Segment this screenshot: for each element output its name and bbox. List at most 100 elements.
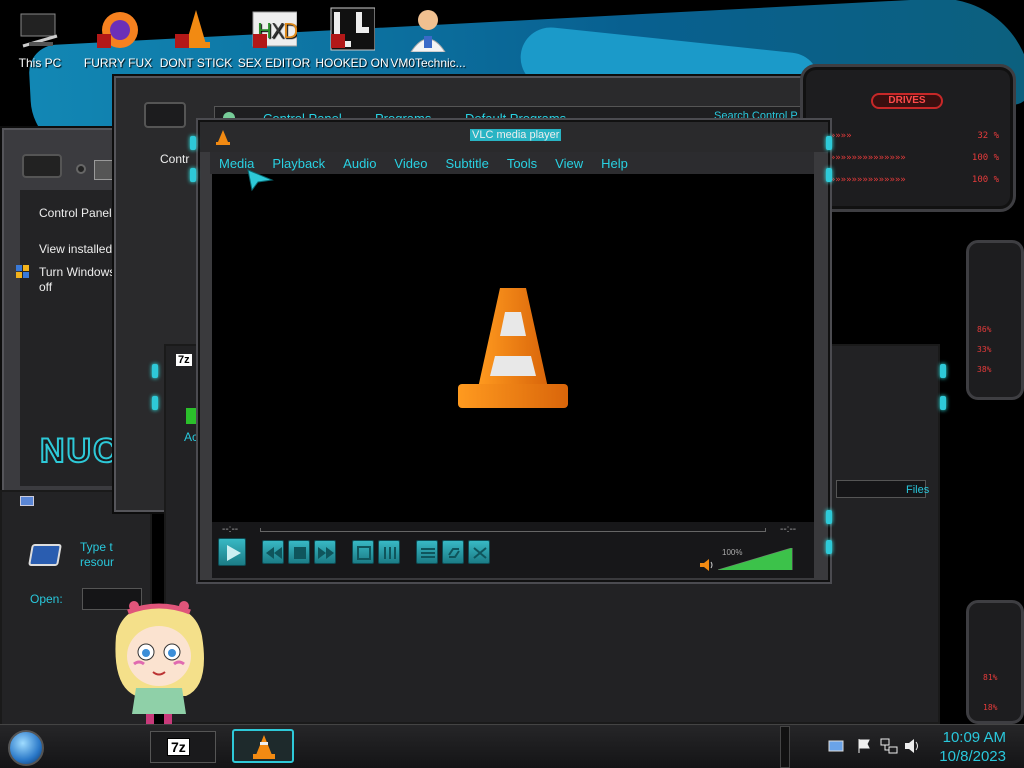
frame-accent bbox=[826, 136, 832, 150]
menu-audio[interactable]: Audio bbox=[334, 156, 385, 171]
computer-icon bbox=[17, 6, 63, 52]
drive-row: »»»»»» 32 % bbox=[819, 131, 999, 143]
tray-clock[interactable]: 10:09 AM 10/8/2023 bbox=[939, 728, 1006, 766]
7zip-icon: 7z bbox=[167, 738, 190, 756]
playlist-button[interactable] bbox=[416, 540, 438, 564]
frame-accent bbox=[190, 168, 196, 182]
desktop-icon-label: DONT STICK bbox=[159, 56, 233, 70]
menu-help[interactable]: Help bbox=[592, 156, 637, 171]
app-shortcut-icon bbox=[329, 6, 376, 52]
vlc-title-icon bbox=[216, 129, 230, 150]
shield-icon bbox=[16, 265, 29, 278]
desktop-icon-this-pc[interactable]: This PC bbox=[0, 6, 80, 70]
drives-title: DRIVES bbox=[871, 93, 943, 109]
hex-back-button[interactable] bbox=[144, 102, 186, 128]
frame-accent bbox=[190, 136, 196, 150]
drive-row: »»»»»»»»»»»»»»»» 100 % bbox=[819, 175, 999, 187]
show-desktop-button[interactable] bbox=[780, 726, 790, 768]
firefox-shortcut-icon bbox=[95, 6, 141, 52]
loop-button[interactable] bbox=[442, 540, 464, 564]
vlc-shortcut-icon bbox=[173, 6, 219, 52]
video-area[interactable] bbox=[212, 169, 814, 522]
taskbar-button-vlc[interactable] bbox=[232, 729, 294, 763]
svg-text:D: D bbox=[283, 19, 297, 43]
desktop-icon-label: FURRY FUX bbox=[83, 56, 153, 70]
seek-slider[interactable] bbox=[260, 528, 766, 532]
gadget-readout: 18% bbox=[983, 703, 998, 712]
menu-video[interactable]: Video bbox=[385, 156, 436, 171]
frame-accent bbox=[826, 540, 832, 554]
frame-accent bbox=[152, 364, 158, 378]
frame-accent bbox=[940, 396, 946, 410]
menu-subtitle[interactable]: Subtitle bbox=[436, 156, 497, 171]
stop-icon bbox=[294, 547, 306, 559]
random-button[interactable] bbox=[468, 540, 490, 564]
mouse-cursor-icon bbox=[246, 168, 274, 197]
speaker-icon[interactable] bbox=[904, 738, 922, 754]
desktop-icon-label: SEX EDITOR bbox=[237, 56, 311, 70]
drives-gadget: DRIVES »»»»»» 32 % »»»»»»»»»»»»»»»» 100 % … bbox=[800, 64, 1016, 212]
desktop-icon-dont-stick[interactable]: DONT STICK bbox=[156, 6, 236, 70]
sidebar-link-control-panel[interactable]: Control Panel bbox=[39, 206, 112, 220]
desktop-icon-label: VM0Technic... bbox=[390, 56, 466, 70]
run-app-icon bbox=[28, 544, 62, 566]
hex-back-button[interactable] bbox=[22, 154, 62, 178]
desktop-icon-furry-fux[interactable]: FURRY FUX bbox=[78, 6, 158, 70]
drive-row: »»»»»»»»»»»»»»»» 100 % bbox=[819, 153, 999, 165]
menu-tools[interactable]: Tools bbox=[498, 156, 546, 171]
menu-playback[interactable]: Playback bbox=[263, 156, 334, 171]
add-icon bbox=[186, 408, 196, 424]
action-center-flag-icon[interactable] bbox=[856, 738, 872, 754]
taskbar-button-7zip[interactable]: 7z bbox=[150, 731, 216, 763]
extended-settings-button[interactable] bbox=[378, 540, 400, 564]
extended-settings-icon bbox=[384, 547, 396, 559]
vlc-menubar: Media Playback Audio Video Subtitle Tool… bbox=[210, 152, 814, 174]
frame-accent bbox=[152, 396, 158, 410]
vlc-titlebar[interactable]: VLC media player bbox=[200, 122, 828, 152]
files-column-header[interactable]: Files bbox=[906, 484, 929, 496]
network-flyout-icon[interactable] bbox=[828, 738, 844, 754]
stop-button[interactable] bbox=[288, 540, 310, 564]
playlist-icon bbox=[421, 548, 435, 558]
desktop-pet-character-icon[interactable] bbox=[106, 596, 212, 726]
desktop-icon-label: HOOKED ON bbox=[315, 56, 389, 70]
sidebar-link-turn-windows[interactable]: Turn Windows bbox=[39, 265, 115, 279]
sevenzip-badge: 7z bbox=[176, 354, 192, 366]
menu-view[interactable]: View bbox=[546, 156, 592, 171]
frame-accent bbox=[940, 364, 946, 378]
nav-dot-button[interactable] bbox=[76, 164, 86, 174]
prev-icon bbox=[266, 547, 282, 559]
next-button[interactable] bbox=[314, 540, 336, 564]
vlc-window: VLC media player Media Playback Audio Vi… bbox=[198, 120, 830, 582]
desktop-icon-sex-editor[interactable]: HXD SEX EDITOR bbox=[234, 6, 314, 70]
start-orb-button[interactable] bbox=[8, 730, 44, 766]
run-open-label: Open: bbox=[30, 592, 63, 606]
desktop-icon-vm0technic[interactable]: VM0Technic... bbox=[388, 6, 468, 70]
sidebar-link-turn-windows-off[interactable]: off bbox=[39, 280, 52, 294]
drive-percent: 100 % bbox=[971, 175, 999, 185]
gadget-readout: 33% bbox=[977, 345, 992, 354]
speaker-icon[interactable] bbox=[700, 558, 714, 576]
fullscreen-button[interactable] bbox=[352, 540, 374, 564]
gadget-readout: 81% bbox=[983, 673, 998, 682]
sidebar-link-view-installed[interactable]: View installed bbox=[39, 242, 112, 256]
next-icon bbox=[318, 547, 334, 559]
cpu-gadget: 86% 33% 38% bbox=[966, 240, 1024, 400]
drive-percent: 32 % bbox=[977, 131, 999, 141]
gadget-readout: 86% bbox=[977, 325, 992, 334]
volume-slider[interactable] bbox=[718, 548, 794, 570]
total-time: --:-- bbox=[780, 524, 797, 535]
vlc-window-title: VLC media player bbox=[470, 129, 562, 141]
desktop-icon-label: This PC bbox=[18, 56, 62, 70]
network-icon[interactable] bbox=[880, 738, 898, 754]
vlc-icon bbox=[253, 735, 275, 759]
add-button-label[interactable]: Ac bbox=[184, 430, 198, 444]
play-button[interactable] bbox=[218, 538, 246, 566]
run-prompt-text: Type t resour bbox=[80, 540, 115, 569]
desktop-icon-hooked-on[interactable]: HOOKED ON bbox=[312, 6, 392, 70]
previous-button[interactable] bbox=[262, 540, 284, 564]
run-dialog-icon bbox=[20, 496, 34, 506]
location-icon bbox=[94, 160, 114, 180]
elapsed-time: --:-- bbox=[222, 524, 239, 535]
drive-bar: »»»»»»»»»»»»»»»» bbox=[819, 153, 906, 163]
